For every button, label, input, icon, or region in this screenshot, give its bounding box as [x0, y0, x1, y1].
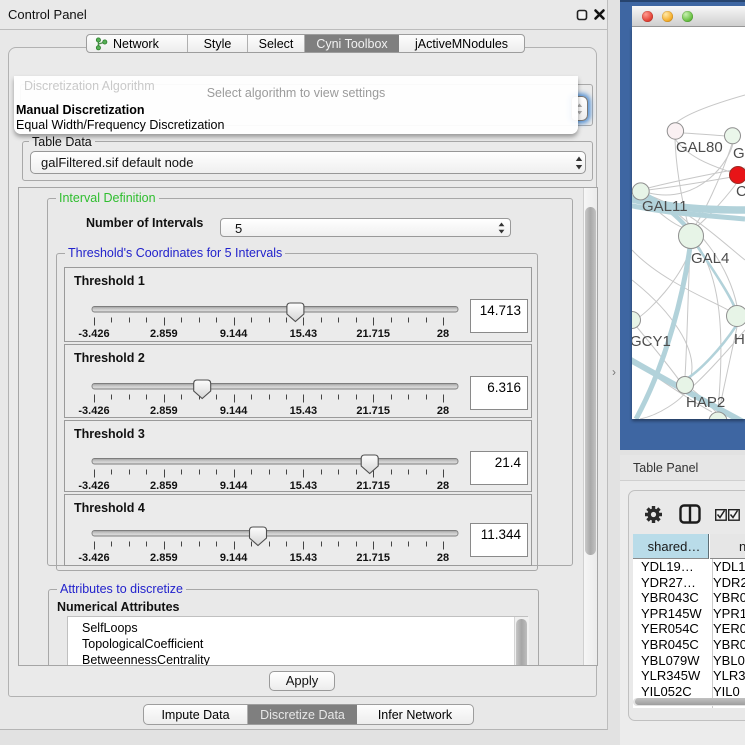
svg-text:21.715: 21.715: [356, 480, 390, 492]
svg-text:21.715: 21.715: [356, 328, 390, 340]
svg-text:-3.426: -3.426: [78, 328, 109, 340]
svg-text:21.715: 21.715: [356, 405, 390, 417]
svg-text:-3.426: -3.426: [78, 480, 109, 492]
svg-text:28: 28: [437, 552, 449, 564]
svg-text:GAL4: GAL4: [691, 250, 729, 267]
svg-text:15.43: 15.43: [290, 480, 318, 492]
svg-text:9.144: 9.144: [220, 405, 248, 417]
svg-text:2.859: 2.859: [150, 405, 178, 417]
svg-text:GCY1: GCY1: [632, 333, 671, 350]
svg-text:GAL11: GAL11: [642, 198, 688, 215]
svg-text:28: 28: [437, 328, 449, 340]
svg-text:28: 28: [437, 405, 449, 417]
svg-text:GAL80: GAL80: [676, 139, 723, 156]
svg-text:9.144: 9.144: [220, 480, 248, 492]
svg-text:-3.426: -3.426: [78, 552, 109, 564]
svg-text:C: C: [736, 183, 745, 200]
svg-text:-3.426: -3.426: [78, 405, 109, 417]
svg-text:15.43: 15.43: [290, 405, 318, 417]
svg-text:9.144: 9.144: [220, 328, 248, 340]
svg-text:2.859: 2.859: [150, 328, 178, 340]
svg-text:2.859: 2.859: [150, 480, 178, 492]
svg-text:21.715: 21.715: [356, 552, 390, 564]
svg-text:G.: G.: [733, 145, 745, 162]
svg-text:H: H: [734, 331, 745, 348]
svg-text:15.43: 15.43: [290, 552, 318, 564]
svg-text:15.43: 15.43: [290, 328, 318, 340]
svg-text:HAP2: HAP2: [686, 394, 725, 411]
svg-text:9.144: 9.144: [220, 552, 248, 564]
svg-text:2.859: 2.859: [150, 552, 178, 564]
svg-text:28: 28: [437, 480, 449, 492]
